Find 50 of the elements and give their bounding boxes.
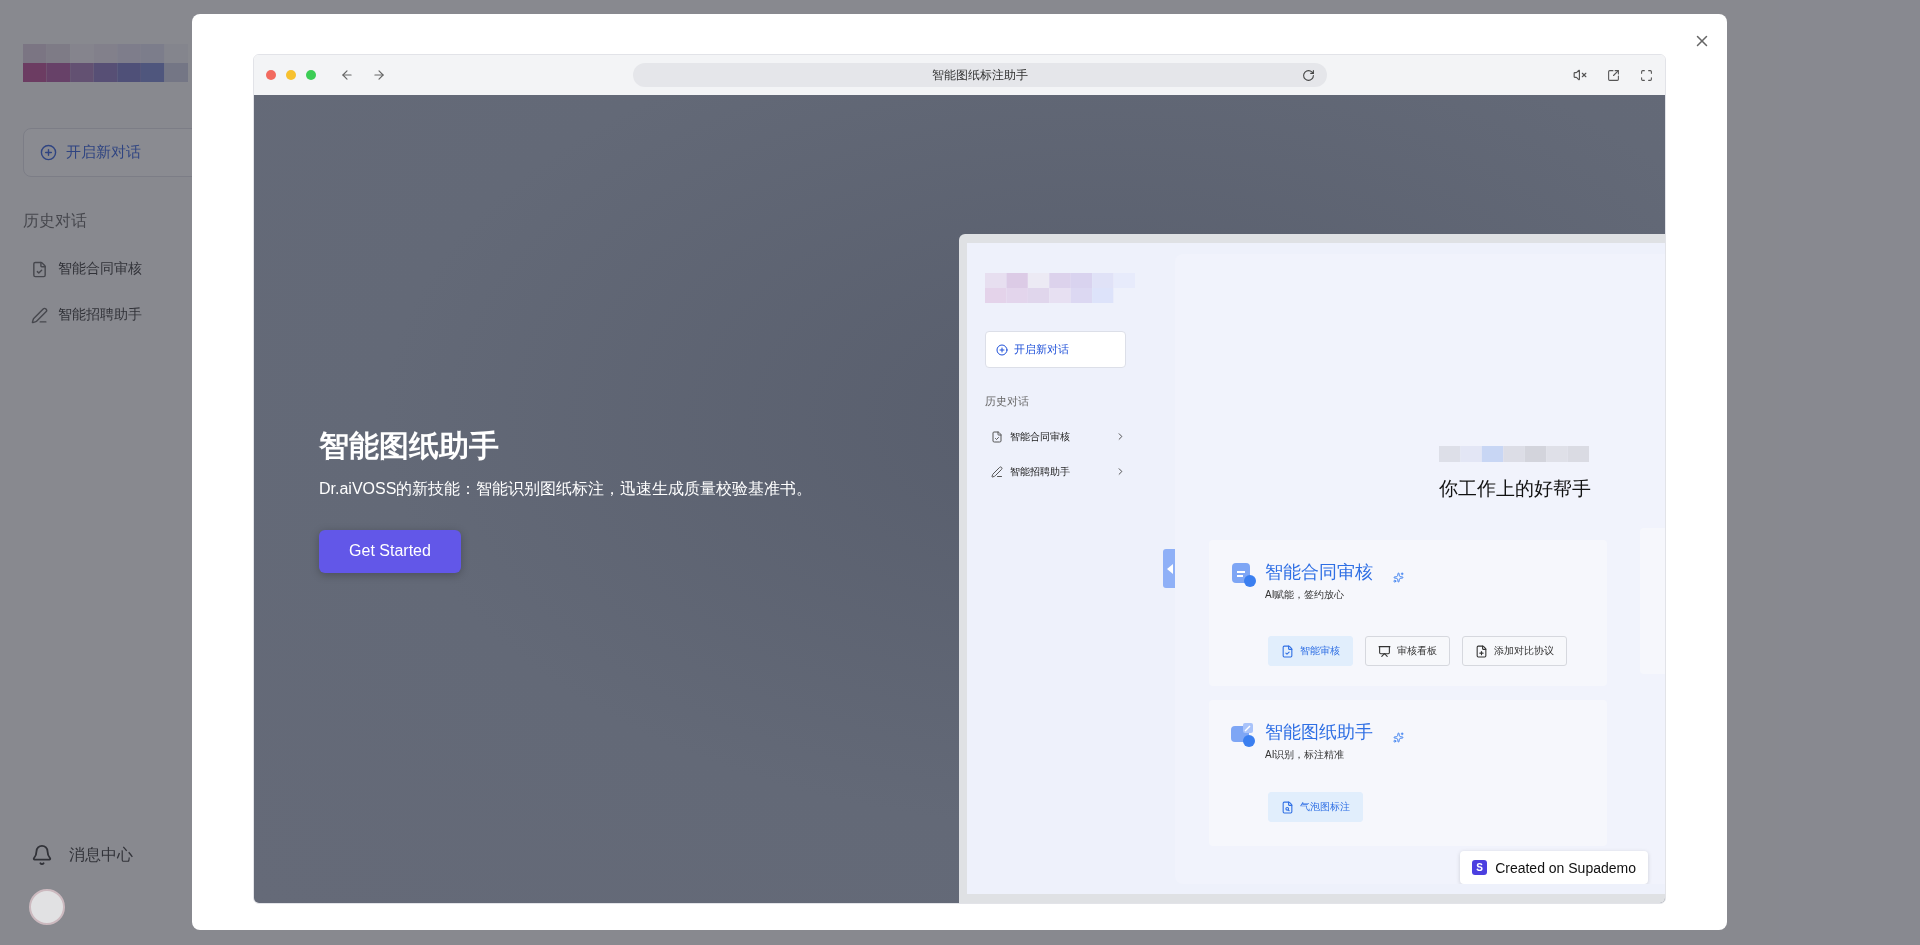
new-chat-button[interactable]: 开启新对话 xyxy=(985,331,1126,368)
action-button[interactable]: 添加对比协议 xyxy=(1462,636,1567,666)
fullscreen-icon[interactable] xyxy=(1640,68,1653,82)
notification-center[interactable]: 消息中心 xyxy=(23,835,215,875)
badge-text: Created on Supademo xyxy=(1495,859,1636,876)
get-started-button[interactable]: Get Started xyxy=(319,529,461,573)
card-title: 智能合同审核 xyxy=(1265,561,1373,584)
window-dot xyxy=(306,70,316,80)
supademo-badge[interactable]: S Created on Supademo xyxy=(1460,851,1648,884)
mute-icon[interactable] xyxy=(1573,68,1587,82)
card-subtitle: AI识别，标注精准 xyxy=(1265,748,1346,762)
address-bar[interactable]: 智能图纸标注助手 xyxy=(632,63,1327,87)
document-icon xyxy=(991,430,1003,443)
window-dot xyxy=(266,70,276,80)
window-dot xyxy=(286,70,296,80)
back-icon[interactable] xyxy=(340,68,354,82)
forward-icon[interactable] xyxy=(372,68,386,82)
document-check-icon xyxy=(1281,644,1294,658)
card-title: 智能图纸助手 xyxy=(1265,721,1373,744)
history-item[interactable]: 智能招聘助手 xyxy=(23,292,215,338)
action-button[interactable]: 气泡图标注 xyxy=(1268,792,1363,822)
avatar[interactable] xyxy=(29,889,65,925)
history-item[interactable]: 智能合同审核 xyxy=(23,246,215,292)
hero-subtitle: Dr.aiVOSS的新技能：智能识别图纸标注，迅速生成质量校验基准书。 xyxy=(319,478,814,499)
bell-icon xyxy=(31,844,53,866)
pencil-icon xyxy=(31,306,48,324)
action-button[interactable]: 审核看板 xyxy=(1365,636,1450,666)
pencil-icon xyxy=(991,465,1003,478)
document-search-icon xyxy=(1281,800,1294,814)
document-icon xyxy=(31,260,48,278)
sparkle-icon xyxy=(1393,732,1404,743)
triangle-left-icon xyxy=(1166,563,1173,574)
plus-circle-icon xyxy=(996,343,1008,356)
clipboard-icon xyxy=(1229,560,1257,588)
supademo-logo: S xyxy=(1472,860,1488,875)
presentation-icon xyxy=(1378,644,1391,658)
reload-icon[interactable] xyxy=(1301,68,1315,82)
image-edit-icon xyxy=(1229,720,1257,748)
section-heading: 历史对话 xyxy=(23,211,88,231)
external-link-icon[interactable] xyxy=(1607,68,1620,82)
document-plus-icon xyxy=(1475,644,1488,658)
sparkle-icon xyxy=(1393,572,1404,583)
hero-title: 智能图纸助手 xyxy=(319,427,500,464)
action-button[interactable]: 智能审核 xyxy=(1268,636,1353,666)
history-item[interactable]: 智能合同审核 xyxy=(985,419,1126,454)
card-subtitle: AI赋能，签约放心 xyxy=(1265,588,1346,602)
tagline: 你工作上的好帮手 xyxy=(1439,477,1591,501)
plus-circle-icon xyxy=(40,144,57,161)
section-heading: 历史对话 xyxy=(985,394,1030,409)
history-item[interactable]: 智能招聘助手 xyxy=(985,454,1126,489)
